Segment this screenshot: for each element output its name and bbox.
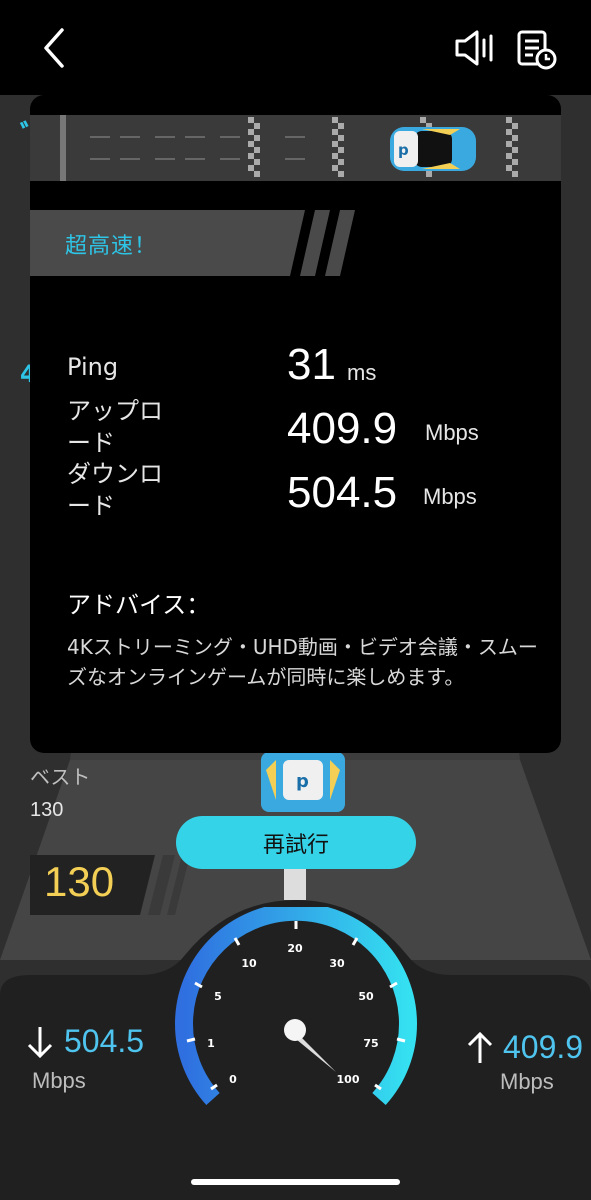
retry-button[interactable]: 再試行 xyxy=(176,816,416,869)
gauge-tick-100: 100 xyxy=(337,1073,360,1086)
best-label: ベスト xyxy=(30,765,91,789)
advice-title: アドバイス： xyxy=(67,591,211,619)
race-track: p xyxy=(30,115,561,181)
gauge-tick-1: 1 xyxy=(207,1037,215,1050)
speaker-icon xyxy=(455,30,493,66)
svg-text:p: p xyxy=(398,141,409,159)
upload-label-line1: アップロ xyxy=(67,397,163,425)
svg-text:p: p xyxy=(296,771,309,792)
gauge-tick-20: 20 xyxy=(287,942,303,955)
upload-arrow-icon xyxy=(467,1031,493,1063)
gauge-tick-50: 50 xyxy=(358,990,374,1003)
gauge-tick-5: 5 xyxy=(214,990,222,1003)
ping-value: 31 xyxy=(287,340,336,389)
gauge-tick-30: 30 xyxy=(329,957,345,970)
gauge-tick-0: 0 xyxy=(229,1073,237,1086)
upload-speed-value: 409.9 xyxy=(503,1029,584,1065)
download-unit: Mbps xyxy=(423,484,477,509)
home-indicator[interactable] xyxy=(191,1179,400,1185)
advice-text: 4Kストリーミング・UHD動画・ビデオ会議・スムーズなオンラインゲームが同時に楽… xyxy=(67,635,538,689)
chevron-left-icon xyxy=(44,28,64,68)
history-clock-icon xyxy=(517,30,557,70)
download-speed-value: 504.5 xyxy=(64,1023,145,1059)
ping-label: Ping xyxy=(67,353,119,381)
history-button[interactable] xyxy=(515,28,557,70)
download-label: ダウンロ ード xyxy=(67,458,163,522)
upload-label: アップロ ード xyxy=(67,395,163,459)
download-label-line1: ダウンロ xyxy=(67,460,163,488)
best-value: 130 xyxy=(30,799,64,821)
upload-value: 409.9 xyxy=(287,404,398,453)
back-button[interactable] xyxy=(36,26,76,70)
sound-button[interactable] xyxy=(452,28,496,68)
ping-unit: ms xyxy=(347,360,377,385)
download-label-line2: ード xyxy=(67,492,115,520)
speed-gauge: 0 1 5 10 20 30 50 75 100 xyxy=(175,907,417,1106)
download-speed-unit: Mbps xyxy=(32,1068,86,1093)
rating-text: 超高速！ xyxy=(65,234,158,259)
gauge-tick-75: 75 xyxy=(363,1037,378,1050)
upload-label-line2: ード xyxy=(67,429,115,457)
top-bar xyxy=(0,0,591,95)
upload-unit: Mbps xyxy=(425,420,479,445)
gauge-tick-10: 10 xyxy=(241,957,257,970)
download-value: 504.5 xyxy=(287,468,398,517)
upload-speed-unit: Mbps xyxy=(500,1069,554,1094)
download-arrow-icon xyxy=(27,1027,53,1059)
